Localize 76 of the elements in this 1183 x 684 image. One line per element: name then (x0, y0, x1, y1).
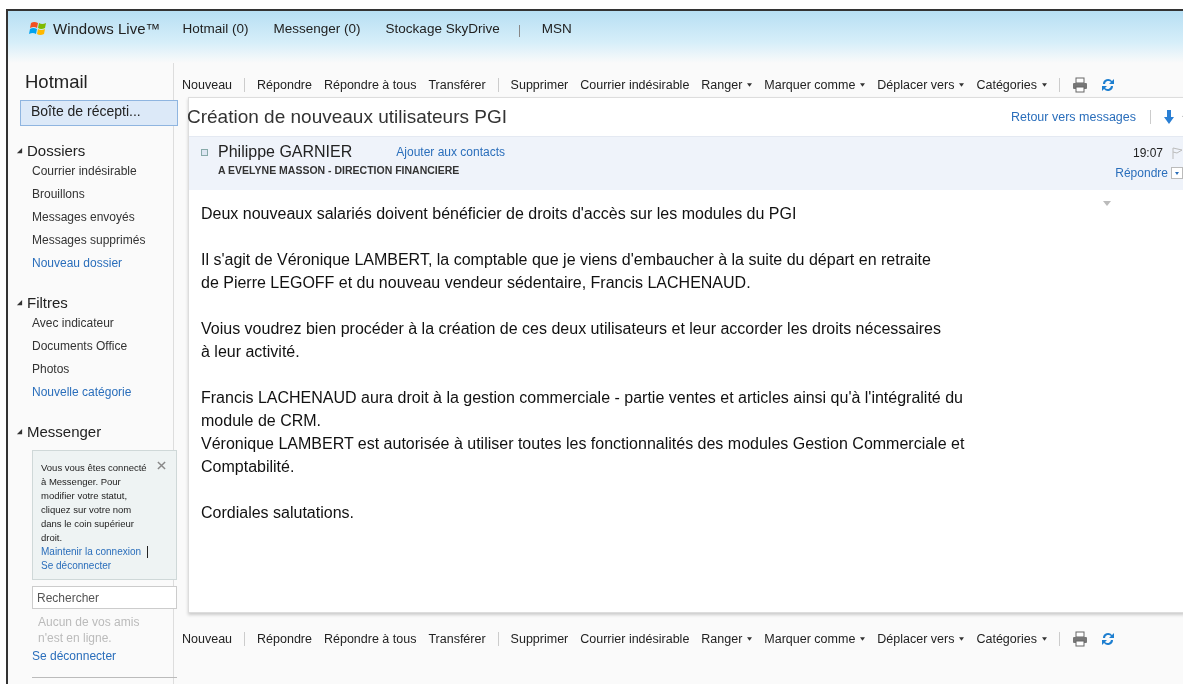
folder-item[interactable]: Messages supprimés (32, 232, 173, 255)
section-heading[interactable]: Filtres (27, 294, 68, 311)
menu-button[interactable]: Marquer comme (758, 631, 872, 646)
section-heading[interactable]: Dossiers (27, 142, 86, 159)
keep-connection-link[interactable]: Maintenir la connexion (41, 545, 142, 559)
toolbar-button[interactable]: Courrier indésirable (574, 631, 696, 646)
folder-item[interactable]: Photos (32, 361, 173, 384)
refresh-icon[interactable] (1099, 76, 1116, 93)
dropdown-icon[interactable] (1171, 167, 1183, 179)
back-link[interactable]: Retour vers messages (1010, 110, 1136, 124)
brand-name: Windows Live™ (53, 20, 161, 37)
toolbar-button[interactable]: Supprimer (504, 77, 575, 92)
sender-name: Philippe GARNIER (218, 143, 353, 161)
notice-text: Vous vous êtes connecté à Messenger. Pour modifier votre statut, cliquez sur votre nom dans le coin supérieur droit. (41, 461, 148, 545)
toolbar-button[interactable]: Répondre (251, 77, 318, 92)
folder-item[interactable]: Documents Office (32, 338, 173, 361)
recipient-line: A EVELYNE MASSON - DIRECTION FINANCIERE (218, 164, 461, 176)
message-time: 19:07 (1132, 146, 1163, 160)
collapse-icon[interactable] (201, 148, 208, 156)
refresh-icon[interactable] (1099, 630, 1116, 647)
caret-icon (747, 636, 753, 641)
toolbar-button[interactable]: Nouveau (176, 631, 239, 646)
menu-button[interactable]: Marquer comme (758, 77, 872, 92)
reply-link[interactable]: Répondre (1115, 166, 1168, 180)
toolbar-button[interactable]: Transférer (422, 77, 492, 92)
sidebar-link[interactable]: Nouvelle catégorie (32, 384, 173, 407)
nav-link[interactable]: Stockage SkyDrive (385, 21, 500, 36)
sign-out-link[interactable]: Se déconnecter (41, 559, 168, 573)
message-subject: Création de nouveaux utilisateurs PGI (187, 106, 508, 128)
expander-icon[interactable] (16, 147, 23, 154)
caret-icon (1041, 82, 1047, 87)
message-paragraph: Deux nouveaux salariés doivent bénéficier de droits d'accès sur les modules du PGI (201, 204, 797, 224)
section-heading[interactable]: Messenger (27, 423, 102, 440)
toolbar-button[interactable]: Répondre à tous (317, 77, 423, 92)
sidebar-link[interactable]: Nouveau dossier (32, 255, 173, 278)
toolbar-button[interactable]: Répondre (251, 631, 318, 646)
toolbar-button[interactable]: Courrier indésirable (574, 77, 696, 92)
toolbar-button[interactable]: Nouveau (176, 77, 239, 92)
menu-button[interactable]: Déplacer vers (871, 631, 971, 646)
print-icon[interactable] (1071, 76, 1088, 93)
caret-icon (959, 82, 965, 87)
caret-icon (747, 82, 753, 87)
menu-button[interactable]: Catégories (970, 631, 1053, 646)
folder-item[interactable]: Avec indicateur (32, 315, 173, 338)
close-icon[interactable] (157, 461, 166, 470)
message-paragraph: Cordiales salutations. (201, 503, 354, 523)
caret-icon (1041, 636, 1047, 641)
status-text: Aucun de vos amis n'est en ligne. (38, 614, 141, 646)
sign-out-link[interactable]: Se déconnecter (32, 649, 173, 663)
nav-link[interactable]: Hotmail (0) (182, 21, 249, 36)
expander-icon[interactable] (16, 428, 23, 435)
caret-icon (860, 636, 866, 641)
toolbar-button[interactable]: Transférer (422, 631, 492, 646)
app-title: Hotmail (25, 71, 89, 93)
toolbar-button[interactable]: Répondre à tous (317, 631, 423, 646)
folder-item[interactable]: Messages envoyés (32, 209, 173, 232)
nav-link[interactable]: Messenger (0) (273, 21, 361, 36)
print-icon[interactable] (1071, 630, 1088, 647)
menu-button[interactable]: Ranger (695, 77, 759, 92)
nav-link[interactable]: MSN (541, 21, 572, 36)
expander-icon[interactable] (16, 299, 23, 306)
message-paragraph: Il s'agit de Véronique LAMBERT, la comptable que je viens d'embaucher à la suite du départ en retraite de Pierre LEGOFF et du nouveau vendeur sédentaire, Francis LACHENAUD. (201, 250, 931, 293)
add-contact-link[interactable]: Ajouter aux contacts (396, 145, 505, 159)
menu-button[interactable]: Catégories (970, 77, 1053, 92)
caret-icon (860, 82, 866, 87)
message-paragraph: Voius voudrez bien procéder à la création de ces deux utilisateurs et leur accorder les droits nécessaires à leur activité. (201, 319, 941, 362)
toolbar-button[interactable]: Supprimer (504, 631, 575, 646)
search-field[interactable]: Rechercher (32, 586, 177, 609)
inbox-folder[interactable]: Boîte de récepti... (20, 100, 178, 126)
folder-item[interactable]: Courrier indésirable (32, 163, 173, 186)
menu-button[interactable]: Déplacer vers (871, 77, 971, 92)
menu-button[interactable]: Ranger (695, 631, 759, 646)
caret-icon (959, 636, 965, 641)
message-paragraph: Francis LACHENAUD aura droit à la gestion commerciale - partie ventes et articles ainsi qu'à l'intégralité du module de CRM. Véronique LAMBERT est autorisée à utiliser toutes les fonctionnalités des modules Gestion Commerciale et Comptabilité. (201, 388, 965, 477)
down-arrow-icon[interactable] (1163, 109, 1175, 125)
folder-item[interactable]: Brouillons (32, 186, 173, 209)
